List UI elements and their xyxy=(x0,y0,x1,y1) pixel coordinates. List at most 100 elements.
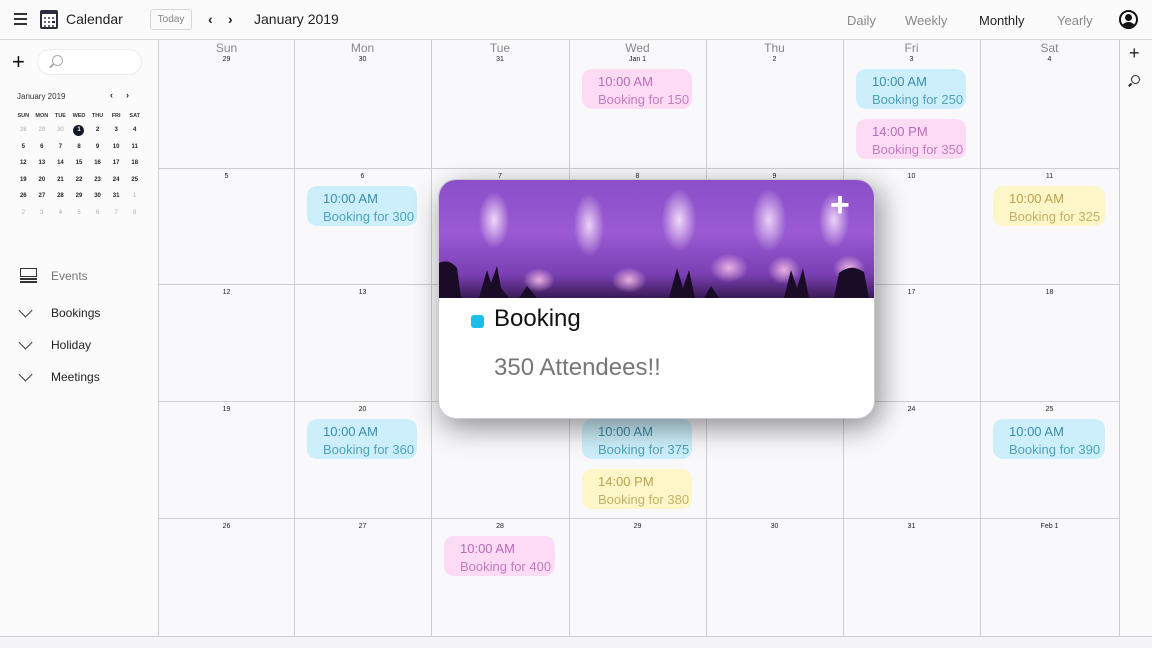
mini-day[interactable]: 26 xyxy=(14,188,33,205)
tab-daily[interactable]: Daily xyxy=(847,13,876,28)
add-icon[interactable]: + xyxy=(830,188,850,222)
search-icon[interactable] xyxy=(1131,75,1140,84)
day-number[interactable]: 18 xyxy=(980,289,1119,296)
day-number[interactable]: 11 xyxy=(980,173,1119,180)
mini-day[interactable]: 18 xyxy=(125,155,144,172)
day-number[interactable]: 19 xyxy=(159,406,294,413)
day-number[interactable]: 25 xyxy=(980,406,1119,413)
category-meetings[interactable]: Meetings xyxy=(18,367,148,387)
mini-day[interactable]: 29 xyxy=(33,122,52,139)
day-number[interactable]: 31 xyxy=(843,523,980,530)
mini-day[interactable]: 30 xyxy=(51,122,70,139)
event-chip[interactable]: 10:00 AM Booking for 150 xyxy=(582,69,692,109)
mini-day-today[interactable]: 1 xyxy=(70,122,89,139)
day-number[interactable]: 26 xyxy=(159,523,294,530)
day-number[interactable]: 2 xyxy=(706,56,843,63)
today-button[interactable]: Today xyxy=(150,9,192,30)
category-bookings[interactable]: Bookings xyxy=(18,303,148,323)
day-number[interactable]: 29 xyxy=(569,523,706,530)
mini-day[interactable]: 4 xyxy=(125,122,144,139)
mini-day[interactable]: 27 xyxy=(33,188,52,205)
mini-day[interactable]: 15 xyxy=(70,155,89,172)
day-number[interactable]: 3 xyxy=(843,56,980,63)
category-holiday[interactable]: Holiday xyxy=(18,335,148,355)
mini-day[interactable]: 28 xyxy=(14,122,33,139)
mini-day[interactable]: 24 xyxy=(107,172,126,189)
mini-day[interactable]: 6 xyxy=(33,139,52,156)
mini-day[interactable]: 31 xyxy=(107,188,126,205)
mini-day[interactable]: 10 xyxy=(107,139,126,156)
event-chip[interactable]: 10:00 AM Booking for 400 xyxy=(444,536,555,576)
category-label: Holiday xyxy=(51,338,92,352)
mini-day[interactable]: 3 xyxy=(107,122,126,139)
mini-day[interactable]: 28 xyxy=(51,188,70,205)
day-number[interactable]: 10 xyxy=(843,173,980,180)
mini-day[interactable]: 17 xyxy=(107,155,126,172)
mini-day[interactable]: 13 xyxy=(33,155,52,172)
profile-icon[interactable] xyxy=(1119,10,1138,29)
mini-day[interactable]: 30 xyxy=(88,188,107,205)
mini-day[interactable]: 12 xyxy=(14,155,33,172)
tab-weekly[interactable]: Weekly xyxy=(905,13,947,28)
event-title: Booking for 390 xyxy=(1009,442,1101,457)
mini-day[interactable]: 21 xyxy=(51,172,70,189)
mini-day[interactable]: 14 xyxy=(51,155,70,172)
day-number[interactable]: 13 xyxy=(294,289,431,296)
event-chip[interactable]: 14:00 PM Booking for 350 xyxy=(856,119,966,159)
day-number[interactable]: 6 xyxy=(294,173,431,180)
event-chip[interactable]: 10:00 AM Booking for 390 xyxy=(993,419,1105,459)
day-number[interactable]: 12 xyxy=(159,289,294,296)
event-chip[interactable]: 10:00 AM Booking for 325 xyxy=(993,186,1105,226)
mini-day[interactable]: 25 xyxy=(125,172,144,189)
add-event-button[interactable]: + xyxy=(12,51,25,73)
mini-day[interactable]: 2 xyxy=(14,205,33,222)
day-number[interactable]: 30 xyxy=(294,56,431,63)
next-month-button[interactable]: › xyxy=(228,11,233,27)
event-chip[interactable]: 10:00 AM Booking for 375 xyxy=(582,419,692,459)
mini-day[interactable]: 20 xyxy=(33,172,52,189)
prev-month-button[interactable]: ‹ xyxy=(208,11,213,27)
day-number[interactable]: 31 xyxy=(431,56,569,63)
day-number[interactable]: 27 xyxy=(294,523,431,530)
mini-day[interactable]: 4 xyxy=(51,205,70,222)
event-chip[interactable]: 10:00 AM Booking for 300 xyxy=(307,186,417,226)
event-title: Booking for 400 xyxy=(460,559,552,574)
mini-prev-button[interactable]: ‹ xyxy=(110,90,113,100)
day-number[interactable]: 28 xyxy=(431,523,569,530)
event-chip[interactable]: 10:00 AM Booking for 250 xyxy=(856,69,966,109)
event-chip[interactable]: 14:00 PM Booking for 380 xyxy=(582,469,692,509)
mini-next-button[interactable]: › xyxy=(126,90,129,100)
mini-day[interactable]: 19 xyxy=(14,172,33,189)
mini-day[interactable]: 22 xyxy=(70,172,89,189)
mini-day[interactable]: 16 xyxy=(88,155,107,172)
grid-column-divider xyxy=(294,40,295,636)
mini-day[interactable]: 9 xyxy=(88,139,107,156)
mini-day[interactable]: 8 xyxy=(125,205,144,222)
event-chip[interactable]: 10:00 AM Booking for 360 xyxy=(307,419,417,459)
add-icon[interactable]: + xyxy=(1129,43,1140,64)
mini-day[interactable]: 23 xyxy=(88,172,107,189)
day-number[interactable]: 29 xyxy=(159,56,294,63)
mini-day[interactable]: 6 xyxy=(88,205,107,222)
day-number[interactable]: 4 xyxy=(980,56,1119,63)
mini-day[interactable]: 11 xyxy=(125,139,144,156)
tab-monthly[interactable]: Monthly xyxy=(979,13,1025,28)
day-number[interactable]: Jan 1 xyxy=(569,56,706,63)
search-input[interactable] xyxy=(37,49,142,75)
mini-day[interactable]: 5 xyxy=(14,139,33,156)
tab-yearly[interactable]: Yearly xyxy=(1057,13,1093,28)
mini-day[interactable]: 3 xyxy=(33,205,52,222)
day-number[interactable]: 30 xyxy=(706,523,843,530)
mini-day[interactable]: 7 xyxy=(51,139,70,156)
day-number[interactable]: Feb 1 xyxy=(980,523,1119,530)
mini-day[interactable]: 8 xyxy=(70,139,89,156)
mini-day[interactable]: 7 xyxy=(107,205,126,222)
mini-day[interactable]: 2 xyxy=(88,122,107,139)
mini-day[interactable]: 5 xyxy=(70,205,89,222)
mini-day-number: 26 xyxy=(19,193,27,200)
menu-icon[interactable] xyxy=(14,13,27,25)
mini-day[interactable]: 1 xyxy=(125,188,144,205)
mini-day[interactable]: 29 xyxy=(70,188,89,205)
day-number[interactable]: 5 xyxy=(159,173,294,180)
day-number[interactable]: 20 xyxy=(294,406,431,413)
